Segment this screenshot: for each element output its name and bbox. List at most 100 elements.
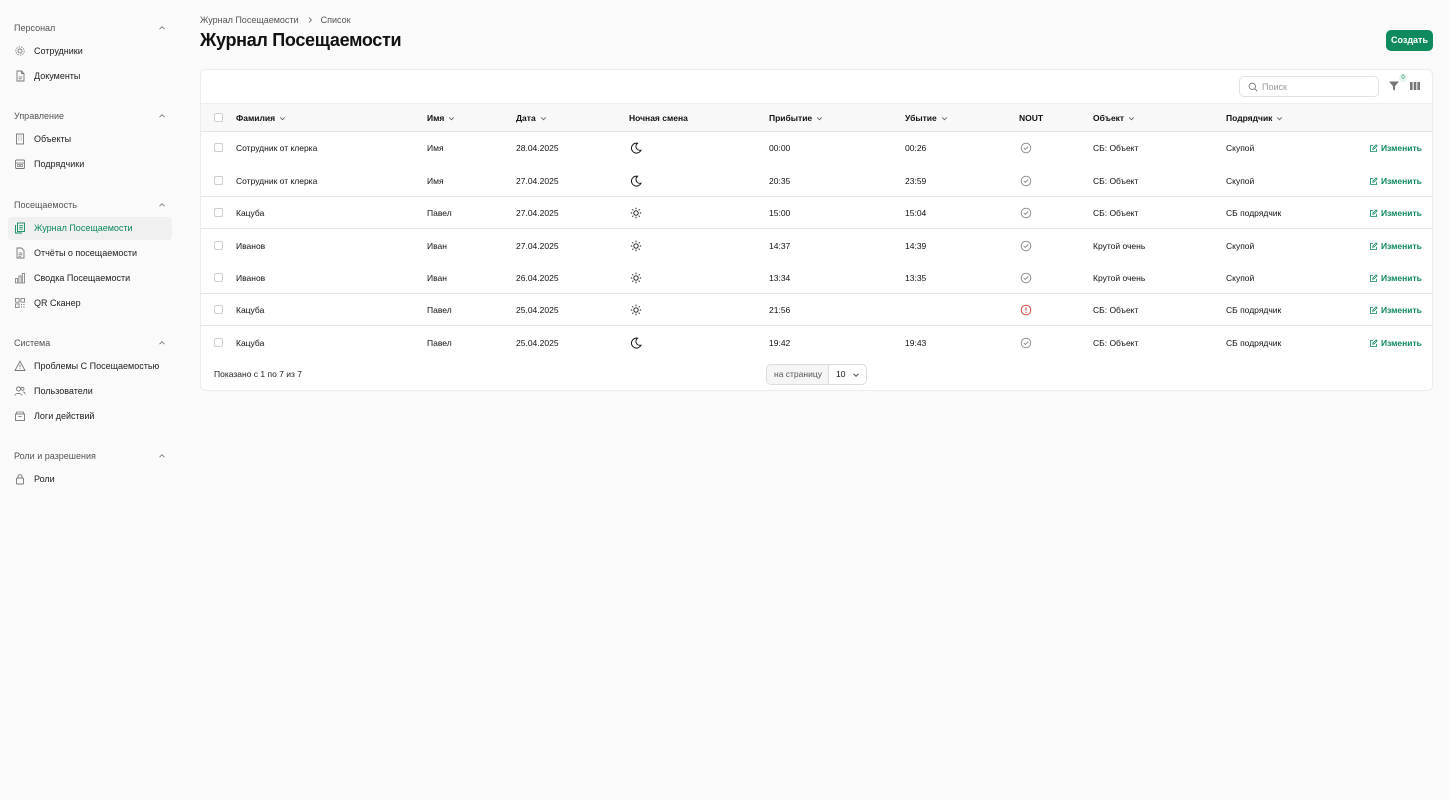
edit-icon xyxy=(1369,241,1378,251)
sidebar-item[interactable]: Отчёты о посещаемости xyxy=(8,242,172,265)
edit-link[interactable]: Изменить xyxy=(1369,132,1422,164)
sidebar-group-title: Персонал xyxy=(14,23,56,33)
check-circle-icon xyxy=(1020,327,1032,359)
sidebar-group-header[interactable]: Система xyxy=(0,333,180,353)
table-row[interactable]: Сотрудник от клерка Имя 27.04.2025 20:35 23:… xyxy=(201,165,1432,197)
table-row[interactable]: Кацуба Павел 27.04.2025 15:00 15:04 СБ: Объек… xyxy=(201,197,1432,229)
sidebar-item-label: Подрядчики xyxy=(34,159,85,169)
per-page-label: на страницу xyxy=(767,365,829,384)
edit-icon xyxy=(1369,208,1378,218)
edit-link[interactable]: Изменить xyxy=(1369,327,1422,359)
cell-last-name: Кацуба xyxy=(236,338,265,348)
sidebar-item[interactable]: Проблемы С Посещаемостью xyxy=(8,355,172,378)
column-header-first-name[interactable]: Имя xyxy=(427,104,455,133)
sort-chevron-icon xyxy=(448,115,455,122)
sidebar-item-label: Сотрудники xyxy=(34,46,83,56)
cell-first-name: Павел xyxy=(427,338,452,348)
cell-last-name: Иванов xyxy=(236,241,266,251)
columns-icon[interactable] xyxy=(1409,80,1421,92)
sidebar-group-header[interactable]: Управление xyxy=(0,106,180,126)
cell-first-name: Иван xyxy=(427,273,447,283)
sidebar-group: Посещаемость Журнал Посещаемости Отчёты о … xyxy=(0,195,180,315)
cell-arrival: 13:34 xyxy=(769,273,791,283)
edit-link[interactable]: Изменить xyxy=(1369,262,1422,294)
cell-departure: 19:43 xyxy=(905,338,927,348)
cell-departure: 23:59 xyxy=(905,176,927,186)
page-title: Журнал Посещаемости xyxy=(200,30,402,50)
cell-departure: 15:04 xyxy=(905,208,927,218)
table-row[interactable]: Кацуба Павел 25.04.2025 21:56 СБ: Объект СБ п… xyxy=(201,294,1432,326)
sidebar-item[interactable]: Логи действий xyxy=(8,405,172,428)
sidebar-item[interactable]: Журнал Посещаемости xyxy=(8,217,172,240)
sidebar-item-label: Документы xyxy=(34,71,81,81)
per-page-value: 10 xyxy=(836,369,846,379)
column-header-last-name[interactable]: Фамилия xyxy=(236,104,286,133)
sidebar-item[interactable]: QR Сканер xyxy=(8,292,172,315)
breadcrumb-parent-link[interactable]: Журнал Посещаемости xyxy=(200,15,299,25)
sidebar-item[interactable]: Роли xyxy=(8,468,172,491)
per-page-control: на страницу 10 xyxy=(766,364,867,385)
cell-last-name: Кацуба xyxy=(236,305,265,315)
row-checkbox[interactable] xyxy=(214,338,223,347)
edit-link[interactable]: Изменить xyxy=(1369,165,1422,197)
sidebar-item[interactable]: Документы xyxy=(8,65,172,88)
edit-link[interactable]: Изменить xyxy=(1369,197,1422,229)
archive-icon xyxy=(14,410,26,422)
cell-arrival: 20:35 xyxy=(769,176,791,186)
table-row[interactable]: Иванов Иван 27.04.2025 14:37 14:39 Крутой оче… xyxy=(201,230,1432,262)
pagination-summary: Показано с 1 по 7 из 7 xyxy=(214,369,302,379)
edit-link[interactable]: Изменить xyxy=(1369,230,1422,262)
create-button[interactable]: Создать xyxy=(1386,30,1433,51)
sun-icon xyxy=(630,294,642,326)
column-header-arrival[interactable]: Прибытие xyxy=(769,104,823,133)
cell-contractor: СБ подрядчик xyxy=(1226,338,1282,348)
per-page-select[interactable]: 10 xyxy=(829,365,866,384)
row-checkbox[interactable] xyxy=(214,273,223,282)
sidebar-group-header[interactable]: Посещаемость xyxy=(0,195,180,215)
sidebar-group-header[interactable]: Персонал xyxy=(0,18,180,38)
column-header-departure[interactable]: Убытие xyxy=(905,104,948,133)
row-checkbox[interactable] xyxy=(214,176,223,185)
sidebar-item[interactable]: Сводка Посещаемости xyxy=(8,267,172,290)
table-row[interactable]: Иванов Иван 26.04.2025 13:34 13:35 Крутой оче… xyxy=(201,262,1432,294)
search-input[interactable] xyxy=(1262,80,1372,94)
check-circle-icon xyxy=(1020,132,1032,164)
check-circle-icon xyxy=(1020,165,1032,197)
contractor-icon xyxy=(14,158,26,170)
column-header-object[interactable]: Объект xyxy=(1093,104,1135,133)
chevron-up-icon xyxy=(158,201,166,209)
column-header-date[interactable]: Дата xyxy=(516,104,547,133)
filter-icon[interactable] xyxy=(1388,80,1400,92)
edit-link[interactable]: Изменить xyxy=(1369,294,1422,326)
cell-departure: 13:35 xyxy=(905,273,927,283)
cell-object: СБ: Объект xyxy=(1093,208,1139,218)
cell-date: 28.04.2025 xyxy=(516,143,559,153)
sort-chevron-icon xyxy=(279,115,286,122)
table-row[interactable]: Кацуба Павел 25.04.2025 19:42 19:43 СБ: Объек… xyxy=(201,327,1432,359)
row-checkbox[interactable] xyxy=(214,305,223,314)
sort-chevron-icon xyxy=(1128,115,1135,122)
row-checkbox[interactable] xyxy=(214,241,223,250)
column-header-contractor[interactable]: Подрядчик xyxy=(1226,104,1283,133)
sidebar-group-header[interactable]: Роли и разрешения xyxy=(0,446,180,466)
sidebar-item[interactable]: Сотрудники xyxy=(8,40,172,63)
sidebar-item[interactable]: Объекты xyxy=(8,128,172,151)
column-header-night-shift: Ночная смена xyxy=(629,113,688,123)
cell-contractor: Скупой xyxy=(1226,241,1255,251)
table-row[interactable]: Сотрудник от клерка Имя 28.04.2025 00:00 00:… xyxy=(201,132,1432,164)
select-all-checkbox[interactable] xyxy=(214,113,223,122)
sidebar-group: Персонал Сотрудники Документы xyxy=(0,18,180,88)
sidebar-item-label: Объекты xyxy=(34,134,72,144)
sort-chevron-icon xyxy=(540,115,547,122)
search-box[interactable] xyxy=(1239,76,1379,97)
sidebar-item[interactable]: Подрядчики xyxy=(8,153,172,176)
cell-first-name: Павел xyxy=(427,208,452,218)
row-checkbox[interactable] xyxy=(214,143,223,152)
sidebar-item[interactable]: Пользователи xyxy=(8,380,172,403)
sidebar-item-label: Сводка Посещаемости xyxy=(34,273,131,283)
cell-last-name: Сотрудник от клерка xyxy=(236,176,318,186)
row-checkbox[interactable] xyxy=(214,208,223,217)
sidebar: Персонал Сотрудники Документы Управление Объ… xyxy=(0,0,180,800)
moon-icon xyxy=(630,327,642,359)
cell-object: СБ: Объект xyxy=(1093,338,1139,348)
